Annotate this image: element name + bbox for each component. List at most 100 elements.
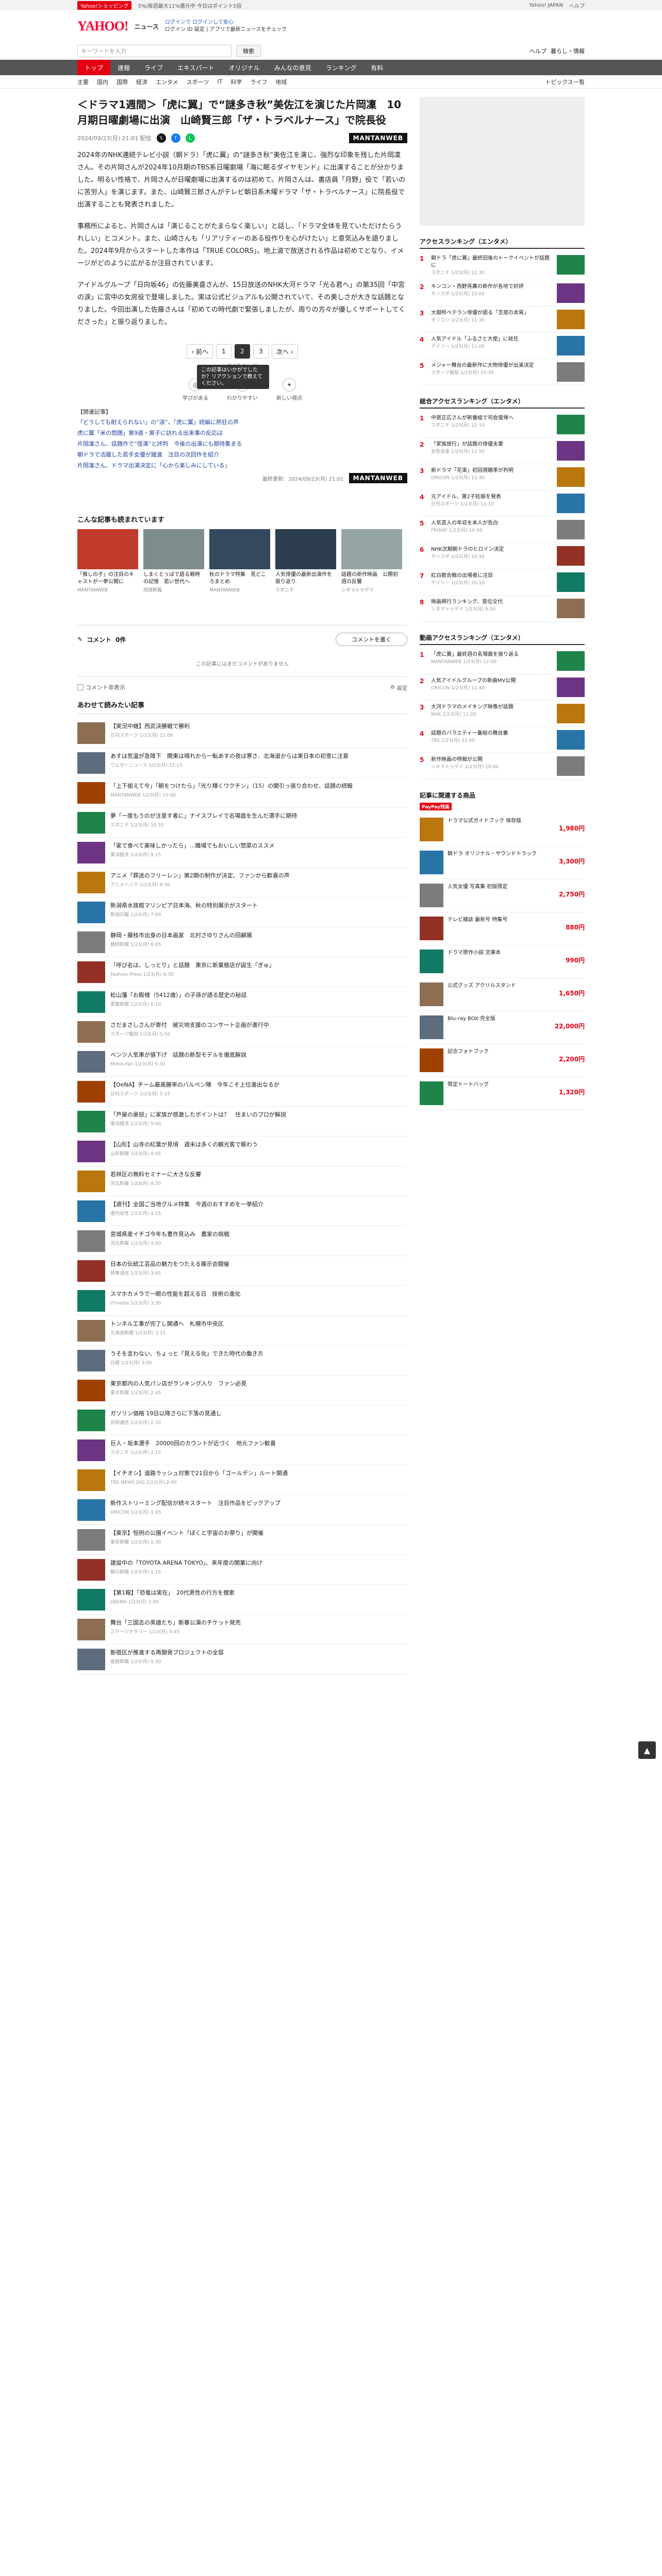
promo-text[interactable]: 5%/毎週最大11%還元中 今日はポイント5倍	[138, 2, 241, 9]
feed-item[interactable]: 「家で食べて美味しかったら」…職場でもおいしい惣菜のススメ 東洋経済 1/23(月…	[77, 838, 407, 868]
related-link[interactable]: 片岡凜さん、ドラマ出演決定に「心から楽しみにしている」	[77, 461, 407, 470]
comment-settings-label[interactable]: 設定	[397, 684, 407, 691]
shop-item[interactable]: 限定トートバッグ 1,320円	[420, 1077, 585, 1110]
feed-item[interactable]: 建設中の「TOYOTA ARENA TOKYO」、来年度の開業に向け 朝日新聞 1…	[77, 1555, 407, 1585]
ranking-item[interactable]: 8 映画興行ランキング、首位交代 シネマトゥデイ 1/23(月) 9:50	[420, 596, 585, 622]
login-link[interactable]: ログインで ログインして安心	[165, 19, 287, 26]
feed-item[interactable]: 新潟県水族館マリンピア日本海、秋の特別展示がスタート 新潟日報 1/23(月) 7…	[77, 897, 407, 927]
feed-item[interactable]: 【第1報】「恐竜は実在」 20代男性の行方を捜索 ABEMA 1/23(月) 1:…	[77, 1585, 407, 1615]
shop-item[interactable]: 公式グッズ アクリルスタンド 1,650円	[420, 978, 585, 1011]
recommend-card[interactable]: 話題の新作映画 公開初週の反響 シネマトゥデイ	[341, 529, 402, 594]
feed-item[interactable]: あすは気温が急降下 関東は晴れから一転あすの夜は寒さ、北海道からは東日本の初雪に…	[77, 748, 407, 778]
feed-item[interactable]: 【イチオシ】道路ラッシュ対策で21日から「ゴールデン」ルート開通 TBS NEWS…	[77, 1465, 407, 1495]
nav-live[interactable]: ライブ	[137, 60, 170, 75]
feed-item[interactable]: スマホカメラで一眼の性能を超える日 技術の進化 ITmedia 1/23(月) 3…	[77, 1286, 407, 1316]
feed-item[interactable]: 松山藩「お殿様（5412歳）」の子孫が語る歴史の秘話 愛媛新聞 1/23(月) 6…	[77, 987, 407, 1017]
shop-item[interactable]: ドラマ公式ガイドブック 保存版 1,980円	[420, 814, 585, 846]
ranking-item[interactable]: 6 NHK次期朝ドラのヒロイン決定 サンスポ 1/23(月) 10:30	[420, 543, 585, 569]
pager-next[interactable]: 次へ ›	[272, 344, 298, 359]
feed-item[interactable]: 【実況中継】西武決勝戦で勝利 日刊スポーツ 1/23(月) 11:06	[77, 718, 407, 748]
nav-flash[interactable]: 速報	[110, 60, 137, 75]
ranking-item[interactable]: 5 メジャー舞台の最新作に大物俳優が出演決定 スポーツ報知 1/23(月) 10:3…	[420, 359, 585, 385]
nav-expert[interactable]: エキスパート	[170, 60, 222, 75]
search-button[interactable]: 検索	[236, 45, 261, 57]
feed-item[interactable]: 【山形】山寺の紅葉が見頃 週末は多くの観光客で賑わう 山形新聞 1/23(月) 4…	[77, 1137, 407, 1166]
ranking-item[interactable]: 3 大河ドラマのメイキング映像が話題 NHK 1/23(月) 11:20	[420, 701, 585, 727]
pager-page-3[interactable]: 3	[253, 344, 269, 359]
ranking-item[interactable]: 5 新作映画の特報が公開 シネマトゥデイ 1/23(月) 10:40	[420, 753, 585, 779]
related-link[interactable]: 片岡凜さん、話題作で“怪演”と評判 今後の出演にも期待集まる	[77, 439, 407, 448]
shop-item[interactable]: テレビ雑誌 最新号 特集号 880円	[420, 912, 585, 945]
recommend-card[interactable]: 秋のドラマ特集 見どころまとめ MANTANWEB	[209, 529, 270, 594]
ranking-item[interactable]: 4 話題のバラエティー番組の舞台裏 TBS 1/23(月) 11:00	[420, 727, 585, 753]
feed-item[interactable]: 【週刊】全国ご当地グルメ特集 今週のおすすめを一挙紹介 週刊女性 1/23(月) …	[77, 1196, 407, 1226]
nav-paid[interactable]: 有料	[363, 60, 390, 75]
ranking-item[interactable]: 4 元アイドル、第2子妊娠を発表 日刊スポーツ 1/23(月) 11:10	[420, 490, 585, 517]
ranking-item[interactable]: 3 新ドラマ「花束」初回視聴率が判明 ORICON 1/23(月) 11:30	[420, 464, 585, 490]
recommend-card[interactable]: しまくとぅばで語る戦時の記憶 若い世代へ 琉球新報	[143, 529, 204, 594]
comment-hide-checkbox[interactable]	[77, 684, 84, 690]
recommend-card[interactable]: 「推しの子」の注目のキャストが一挙公開に MANTANWEB	[77, 529, 138, 594]
cat-domestic[interactable]: 国内	[97, 78, 108, 86]
shop-item[interactable]: 朝ドラ オリジナル・サウンドトラック 3,300円	[420, 846, 585, 879]
app-promo-link[interactable]: ログイン ID 設定 | アプリで最新ニュースをチェック	[165, 26, 287, 33]
reaction-new[interactable]: ✦ 新しい視点	[276, 378, 302, 401]
x-share-icon[interactable]: 𝕏	[156, 133, 166, 143]
pager-page-2[interactable]: 2	[235, 344, 250, 359]
feed-item[interactable]: 静岡・藤枝市出身の日本画家 北村さゆりさんの回顧展 静岡新聞 1/23(月) 6:…	[77, 927, 407, 957]
ranking-item[interactable]: 1 「虎に翼」最終週の名場面を振り返る MANTANWEB 1/23(月) 12:0…	[420, 648, 585, 674]
byline-source-logo[interactable]: MANTANWEB	[349, 473, 407, 483]
ranking-item[interactable]: 5 人気芸人の年収を本人が告白 FRIDAY 1/23(月) 10:50	[420, 517, 585, 543]
related-link[interactable]: 朝ドラで活躍した若手女優が躍進 注目の次回作を紹介	[77, 450, 407, 459]
feed-item[interactable]: ベンツ人気車が値下げ 話題の新型モデルを徹底解説 Motor-Fan 1/23(月…	[77, 1047, 407, 1077]
cat-world[interactable]: 国際	[117, 78, 128, 86]
ranking-item[interactable]: 3 大御所ベテラン俳優が語る「芝居の本質」 オリコン 1/23(月) 11:30	[420, 307, 585, 333]
ranking-item[interactable]: 7 紅白歌合戦の出場者に注目 デイリー 1/23(月) 10:10	[420, 569, 585, 596]
feed-item[interactable]: 若林区の無料セミナーに大きな反響 河北新報 1/23(月) 4:30	[77, 1166, 407, 1196]
yahoo-japan-link[interactable]: Yahoo! JAPAN	[529, 3, 563, 8]
feed-item[interactable]: 新作ストリーミング配信が続々スタート 注目作品をピックアップ ORICON 1/2…	[77, 1495, 407, 1525]
feed-item[interactable]: 【OeNA】チーム最高勝率のバルペン陣 今年こそ上位進出なるか 日刊スポーツ 1/…	[77, 1077, 407, 1107]
feed-item[interactable]: 「芦屋の豪邸」に家族が感激したポイントは？ 住まいのプロが解説 東洋経済 1/23…	[77, 1107, 407, 1137]
cat-life[interactable]: ライフ	[250, 78, 267, 86]
nav-opinion[interactable]: みんなの意見	[267, 60, 319, 75]
cat-local[interactable]: 地域	[275, 78, 287, 86]
ad-placeholder[interactable]	[420, 97, 585, 226]
search-input[interactable]: キーワードを入力	[77, 45, 232, 57]
ranking-item[interactable]: 1 中居正広さんが新番組で司会復帰へ スポニチ 1/23(月) 12:10	[420, 412, 585, 438]
feed-item[interactable]: アニメ「葬送のフリーレン」第2期の制作が決定、ファンから歓喜の声 アニメハック 1…	[77, 868, 407, 897]
pager-prev[interactable]: ‹ 前へ	[187, 344, 213, 359]
recommend-card[interactable]: 人気俳優の最新出演作を振り返り スポニチ	[275, 529, 336, 594]
ranking-item[interactable]: 2 人気アイドルグループの新曲MV公開 ORICON 1/23(月) 11:40	[420, 674, 585, 701]
nav-ranking[interactable]: ランキング	[319, 60, 364, 75]
cat-economy[interactable]: 経済	[136, 78, 147, 86]
feed-item[interactable]: 日本の伝統工芸品の魅力をつたえる展示会開催 時事通信 1/23(月) 3:45	[77, 1256, 407, 1286]
ranking-item[interactable]: 1 朝ドラ「虎に翼」最終回後のトークイベントが話題に スポニチ 1/23(月) 12…	[420, 252, 585, 280]
pager-page-1[interactable]: 1	[216, 344, 231, 359]
shop-item[interactable]: Blu-ray BOX 完全版 22,000円	[420, 1011, 585, 1044]
feed-item[interactable]: 【東京】恒例の公園イベント「ぼくと宇宙のお祭り」が開催 東京新聞 1/23(月) …	[77, 1525, 407, 1555]
gear-icon[interactable]: ⚙	[390, 685, 395, 690]
related-link[interactable]: 「どうしても耐えられない」の“涙”、「虎に翼」続編に熱狂の声	[77, 418, 407, 427]
search-help-link[interactable]: ヘルプ	[529, 47, 547, 55]
feed-item[interactable]: 夢「一度もうのが注意す者に」ナイスプレイで名場面を生んだ選手に期待 スポニチ 1/…	[77, 808, 407, 838]
cat-entertainment[interactable]: エンタメ	[156, 78, 178, 86]
ranking-item[interactable]: 2 「家族旅行」が話題の俳優夫妻 女性自身 1/23(月) 11:50	[420, 438, 585, 464]
feed-item[interactable]: 舞台「三国志の英雄たち」新春公演のチケット発売 ステージナタリー 1/23(月) …	[77, 1615, 407, 1645]
help-link[interactable]: ヘルプ	[569, 2, 585, 9]
feed-item[interactable]: 東京都内の人気パン店がランキング入り ファン必見 東京新聞 1/23(月) 2:4…	[77, 1376, 407, 1405]
feed-item[interactable]: うそを言わない、ちょっと「見える化」できた時代の働き方 日経 1/23(月) 3:…	[77, 1346, 407, 1376]
cat-it[interactable]: IT	[217, 78, 222, 85]
ranking-item[interactable]: 2 キンコン・西野亮廣の新作が各地で好評 サンスポ 1/23(月) 12:00	[420, 280, 585, 307]
cat-main[interactable]: 主要	[77, 78, 89, 86]
feed-item[interactable]: ガソリン価格 19日以降さらに下落の見通し 共同通信 1/23(月) 2:30	[77, 1405, 407, 1435]
feed-item[interactable]: 「上下揃えて今」「朝をつけたら」「光り輝くワクチン」（15）の開引っ張り合わせ、…	[77, 778, 407, 808]
feed-item[interactable]: 新宿区が推進する再開発プロジェクトの全容 産経新聞 1/23(月) 0:30	[77, 1645, 407, 1674]
yahoo-logo[interactable]: YAHOO!	[77, 19, 128, 34]
feed-item[interactable]: 宮城県産イチゴ今年も豊作見込み 農家の挑戦 河北新報 1/23(月) 4:00	[77, 1226, 407, 1256]
related-link[interactable]: 虎に翼「米の問題」第9週・寅子に訪れる出来事の反応は	[77, 429, 407, 437]
nav-top[interactable]: トップ	[77, 60, 111, 75]
post-comment-button[interactable]: コメントを書く	[336, 633, 407, 646]
cat-sports[interactable]: スポーツ	[187, 78, 209, 86]
shop-item[interactable]: 記念フォトブック 2,200円	[420, 1044, 585, 1077]
